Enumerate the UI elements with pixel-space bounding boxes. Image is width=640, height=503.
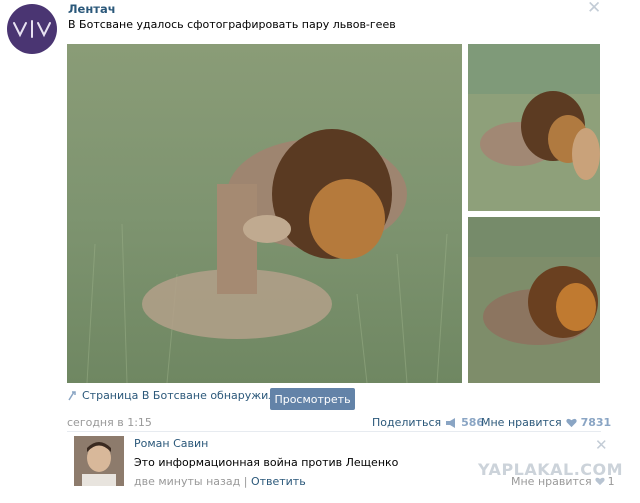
photo-main[interactable] — [67, 44, 462, 383]
page-link-text: Страница В Ботсване обнаружили... — [82, 389, 293, 402]
comment-text: Это информационная война против Лещенко — [134, 456, 399, 469]
comment-like-label: Мне нравится — [511, 475, 592, 488]
comment-meta: две минуты назад | Ответить — [134, 475, 306, 488]
page-link[interactable]: Страница В Ботсване обнаружили... — [67, 389, 293, 402]
comment-separator: | — [243, 475, 248, 488]
comment-time[interactable]: две минуты назад — [134, 475, 240, 488]
post-author[interactable]: Лентач — [68, 2, 116, 16]
photo-top-right[interactable] — [468, 44, 600, 211]
commenter-avatar[interactable] — [74, 436, 124, 486]
post-text: В Ботсване удалось сфотографировать пару… — [68, 18, 396, 31]
view-button[interactable]: Просмотреть — [270, 388, 355, 410]
divider — [67, 431, 601, 432]
heart-icon — [565, 418, 577, 427]
comment-close-icon[interactable]: ✕ — [595, 436, 608, 454]
close-icon[interactable]: ✕ — [587, 0, 601, 17]
reply-link[interactable]: Ответить — [251, 475, 306, 488]
author-avatar[interactable] — [7, 4, 57, 54]
heart-icon — [594, 477, 605, 486]
share-button[interactable]: Поделиться 586 — [372, 416, 484, 429]
comment-like-count: 1 — [607, 475, 615, 488]
link-icon — [68, 390, 76, 400]
like-button[interactable]: Мне нравится 7831 — [481, 416, 611, 429]
post-date[interactable]: сегодня в 1:15 — [67, 416, 152, 429]
comment-author[interactable]: Роман Савин — [134, 437, 208, 450]
like-label: Мне нравится — [481, 416, 562, 429]
megaphone-icon — [446, 417, 456, 428]
photo-bottom-right[interactable] — [468, 217, 600, 383]
lentach-logo-icon — [13, 20, 51, 38]
share-label: Поделиться — [372, 416, 442, 429]
like-count: 7831 — [580, 416, 612, 429]
comment-like-button[interactable]: Мне нравится 1 — [511, 475, 615, 488]
